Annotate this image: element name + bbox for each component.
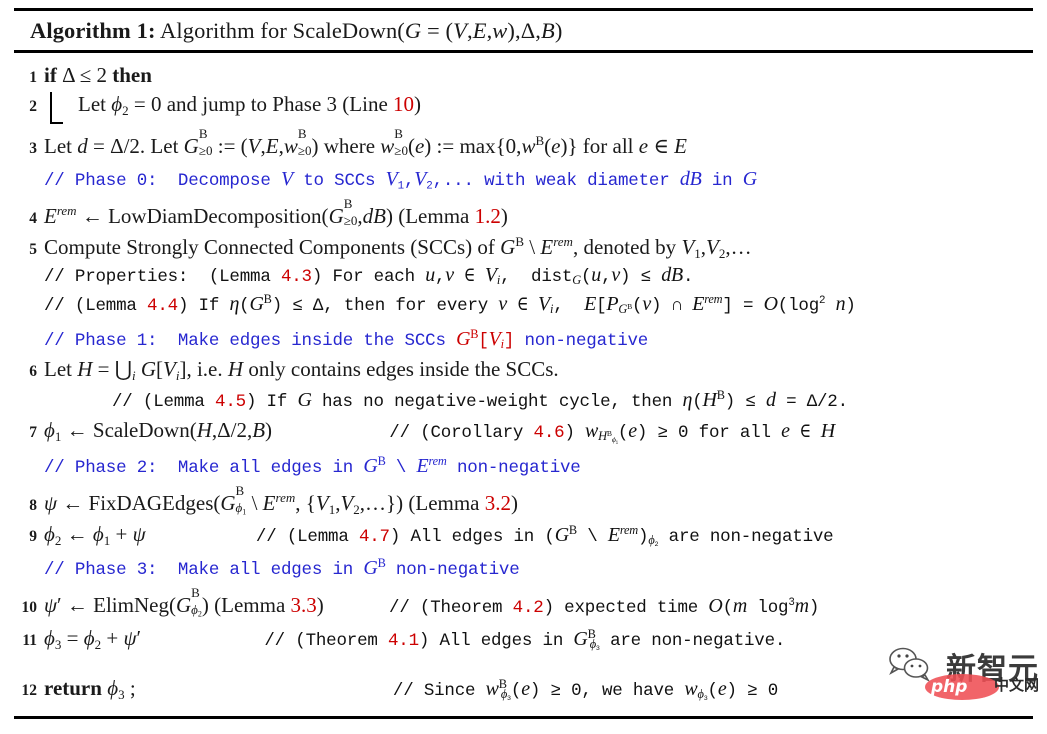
line-code: ϕ3 = ϕ2 + ψ′ xyxy=(44,625,142,652)
comment-text: // Phase 0: Decompose V to SCCs V1,V2,..… xyxy=(44,168,757,193)
ref-corollary-4-6: 4.6 xyxy=(533,423,565,444)
line-number: 3 xyxy=(29,140,37,158)
algorithm-line-8: 8 ψ ← FixDAGEdges(G Bϕ1 \ Erem, {V1,V2,…}… xyxy=(10,482,1037,517)
line-number: 8 xyxy=(29,496,37,514)
algorithm-comment-phase-0: // Phase 0: Decompose V to SCCs V1,V2,..… xyxy=(10,168,1037,193)
line-code: ϕ2 ← ϕ1 + ψ xyxy=(44,521,146,548)
algorithm-line-4: 4 Erem ← LowDiamDecomposition(G B ≥0 ,dB) (… xyxy=(10,196,1037,229)
line-comment: // (Theorem 4.1) All edges in GBϕ3 are n… xyxy=(264,626,786,653)
line-code: return ϕ3 ; xyxy=(44,676,136,702)
ref-lemma-4-5: 4.5 xyxy=(215,392,246,413)
algorithm-caption: Algorithm 1: Algorithm for ScaleDown(G =… xyxy=(10,11,1037,50)
algorithm-comment-phase-2: // Phase 2: Make all edges in GB \ Erem … xyxy=(10,453,1037,479)
caption-title: Algorithm for ScaleDown(G = (V,E,w),Δ,B) xyxy=(160,18,563,43)
algorithm-line-9: 9 ϕ2 ← ϕ1 + ψ // (Lemma 4.7) All edges i… xyxy=(10,521,1037,549)
comment-text: // Phase 2: Make all edges in GB \ Erem … xyxy=(44,453,581,478)
caption-label: Algorithm 1: xyxy=(30,18,156,43)
algorithm-line-6: 6 Let H = ⋃i G[Vi], i.e. H only contains… xyxy=(10,357,1037,383)
algorithm-line-2: 2 Let ϕ2 = 0 and jump to Phase 3 (Line 1… xyxy=(10,92,1037,124)
algorithm-block: Algorithm 1: Algorithm for ScaleDown(G =… xyxy=(0,8,1047,734)
algorithm-line-10: 10 ψ′ ← ElimNeg(G Bϕ2) (Lemma 3.3) // (Th… xyxy=(10,585,1037,619)
comment-text: // Phase 1: Make edges inside the SCCs G… xyxy=(44,327,649,352)
line-number: 1 xyxy=(29,69,37,86)
ref-theorem-4-2: 4.2 xyxy=(512,598,544,619)
line-content: Compute Strongly Connected Components (S… xyxy=(44,234,752,261)
line-number: 7 xyxy=(29,424,37,442)
line-number: 12 xyxy=(21,682,38,700)
algorithm-comment-phase-1: // Phase 1: Make edges inside the SCCs G… xyxy=(10,327,1037,352)
ref-theorem-4-1: 4.1 xyxy=(387,630,419,651)
algorithm-line-5: 5 Compute Strongly Connected Components … xyxy=(10,234,1037,261)
line-code: ϕ1 ← ScaleDown(H,Δ/2,B) xyxy=(44,418,273,444)
line-content: ϕ3 = ϕ2 + ψ′ // (Theorem 4.1) All edges … xyxy=(44,625,1037,653)
line-comment: // Since wBϕ3(e) ≥ 0, we have wϕ3(e) ≥ 0 xyxy=(392,677,779,704)
line-content: ϕ1 ← ScaleDown(H,Δ/2,B) // (Corollary 4.… xyxy=(44,418,1037,446)
line-number: 11 xyxy=(22,631,37,649)
comment-text: // (Lemma 4.4) If η(GB) ≤ Δ, then for ev… xyxy=(44,292,856,317)
algorithm-line-12: 12 return ϕ3 ; // Since wBϕ3(e) ≥ 0, we … xyxy=(10,676,1037,704)
rule-bottom xyxy=(14,716,1033,719)
algorithm-comment-phase-3: // Phase 3: Make all edges in GB non-neg… xyxy=(10,556,1037,581)
line-number: 5 xyxy=(29,241,37,259)
ref-lemma-1-2: 1.2 xyxy=(474,204,501,229)
ref-lemma-3-2: 3.2 xyxy=(484,490,512,515)
algorithm-line-7: 7 ϕ1 ← ScaleDown(H,Δ/2,B) // (Corollary … xyxy=(10,418,1037,446)
line-comment: // (Corollary 4.6) wHBϕ1(e) ≥ 0 for all … xyxy=(389,420,835,446)
algorithm-line-11: 11 ϕ3 = ϕ2 + ψ′ // (Theorem 4.1) All edg… xyxy=(10,625,1037,653)
line-text: Let ϕ2 = 0 and jump to Phase 3 (Line 10) xyxy=(78,92,422,118)
line-content: ϕ2 ← ϕ1 + ψ // (Lemma 4.7) All edges in … xyxy=(44,521,1037,549)
comment-text: // (Lemma 4.5) If G has no negative-weig… xyxy=(112,388,848,413)
ref-lemma-3-3: 3.3 xyxy=(290,593,317,618)
line-code: ψ′ ← ElimNeg(G Bϕ2) (Lemma 3.3) xyxy=(44,585,324,619)
line-content: ψ ← FixDAGEdges(G Bϕ1 \ Erem, {V1,V2,…}) … xyxy=(44,482,519,517)
algorithm-lines: 1 if Δ ≤ 2 then 2 Let ϕ2 = 0 and jump to… xyxy=(10,53,1037,704)
line-content: Let H = ⋃i G[Vi], i.e. H only contains e… xyxy=(44,357,559,383)
line-content: Let d = Δ/2. Let G B ≥0 := (V,E,w B ≥0) wher… xyxy=(44,126,687,159)
line-comment: // (Theorem 4.2) expected time O(m log3m… xyxy=(389,595,820,619)
ref-line-10: 10 xyxy=(393,92,415,116)
line-number: 6 xyxy=(29,363,37,381)
algorithm-line-3: 3 Let d = Δ/2. Let G B ≥0 := (V,E,w B ≥0) wh… xyxy=(10,126,1037,159)
line-content: ψ′ ← ElimNeg(G Bϕ2) (Lemma 3.3) // (Theor… xyxy=(44,585,1037,619)
algorithm-line-1: 1 if Δ ≤ 2 then xyxy=(10,65,1037,87)
line-number: 4 xyxy=(29,210,37,228)
line-number: 10 xyxy=(21,599,38,617)
line-number: 9 xyxy=(29,527,37,545)
algorithm-comment-properties: // Properties: (Lemma 4.3) For each u,v … xyxy=(10,264,1037,288)
comment-text: // Phase 3: Make all edges in GB non-neg… xyxy=(44,556,520,581)
ref-lemma-4-3: 4.3 xyxy=(280,267,312,288)
algorithm-comment-lemma-4-5: // (Lemma 4.5) If G has no negative-weig… xyxy=(10,388,1037,413)
algorithm-comment-lemma-4-4: // (Lemma 4.4) If η(GB) ≤ Δ, then for ev… xyxy=(10,292,1037,317)
line-content: if Δ ≤ 2 then xyxy=(44,63,152,87)
ref-lemma-4-4: 4.4 xyxy=(147,296,178,317)
ref-lemma-4-7: 4.7 xyxy=(358,526,390,547)
line-comment: // (Lemma 4.7) All edges in (GB \ Erem)ϕ… xyxy=(255,522,834,549)
line-content: return ϕ3 ; // Since wBϕ3(e) ≥ 0, we hav… xyxy=(44,676,1037,704)
line-number: 2 xyxy=(29,98,37,115)
line-content: Let ϕ2 = 0 and jump to Phase 3 (Line 10) xyxy=(44,92,1037,124)
line-content: Erem ← LowDiamDecomposition(G B ≥0 ,dB) (Le… xyxy=(44,196,508,229)
block-bracket xyxy=(50,92,63,124)
comment-text: // Properties: (Lemma 4.3) For each u,v … xyxy=(44,264,694,288)
